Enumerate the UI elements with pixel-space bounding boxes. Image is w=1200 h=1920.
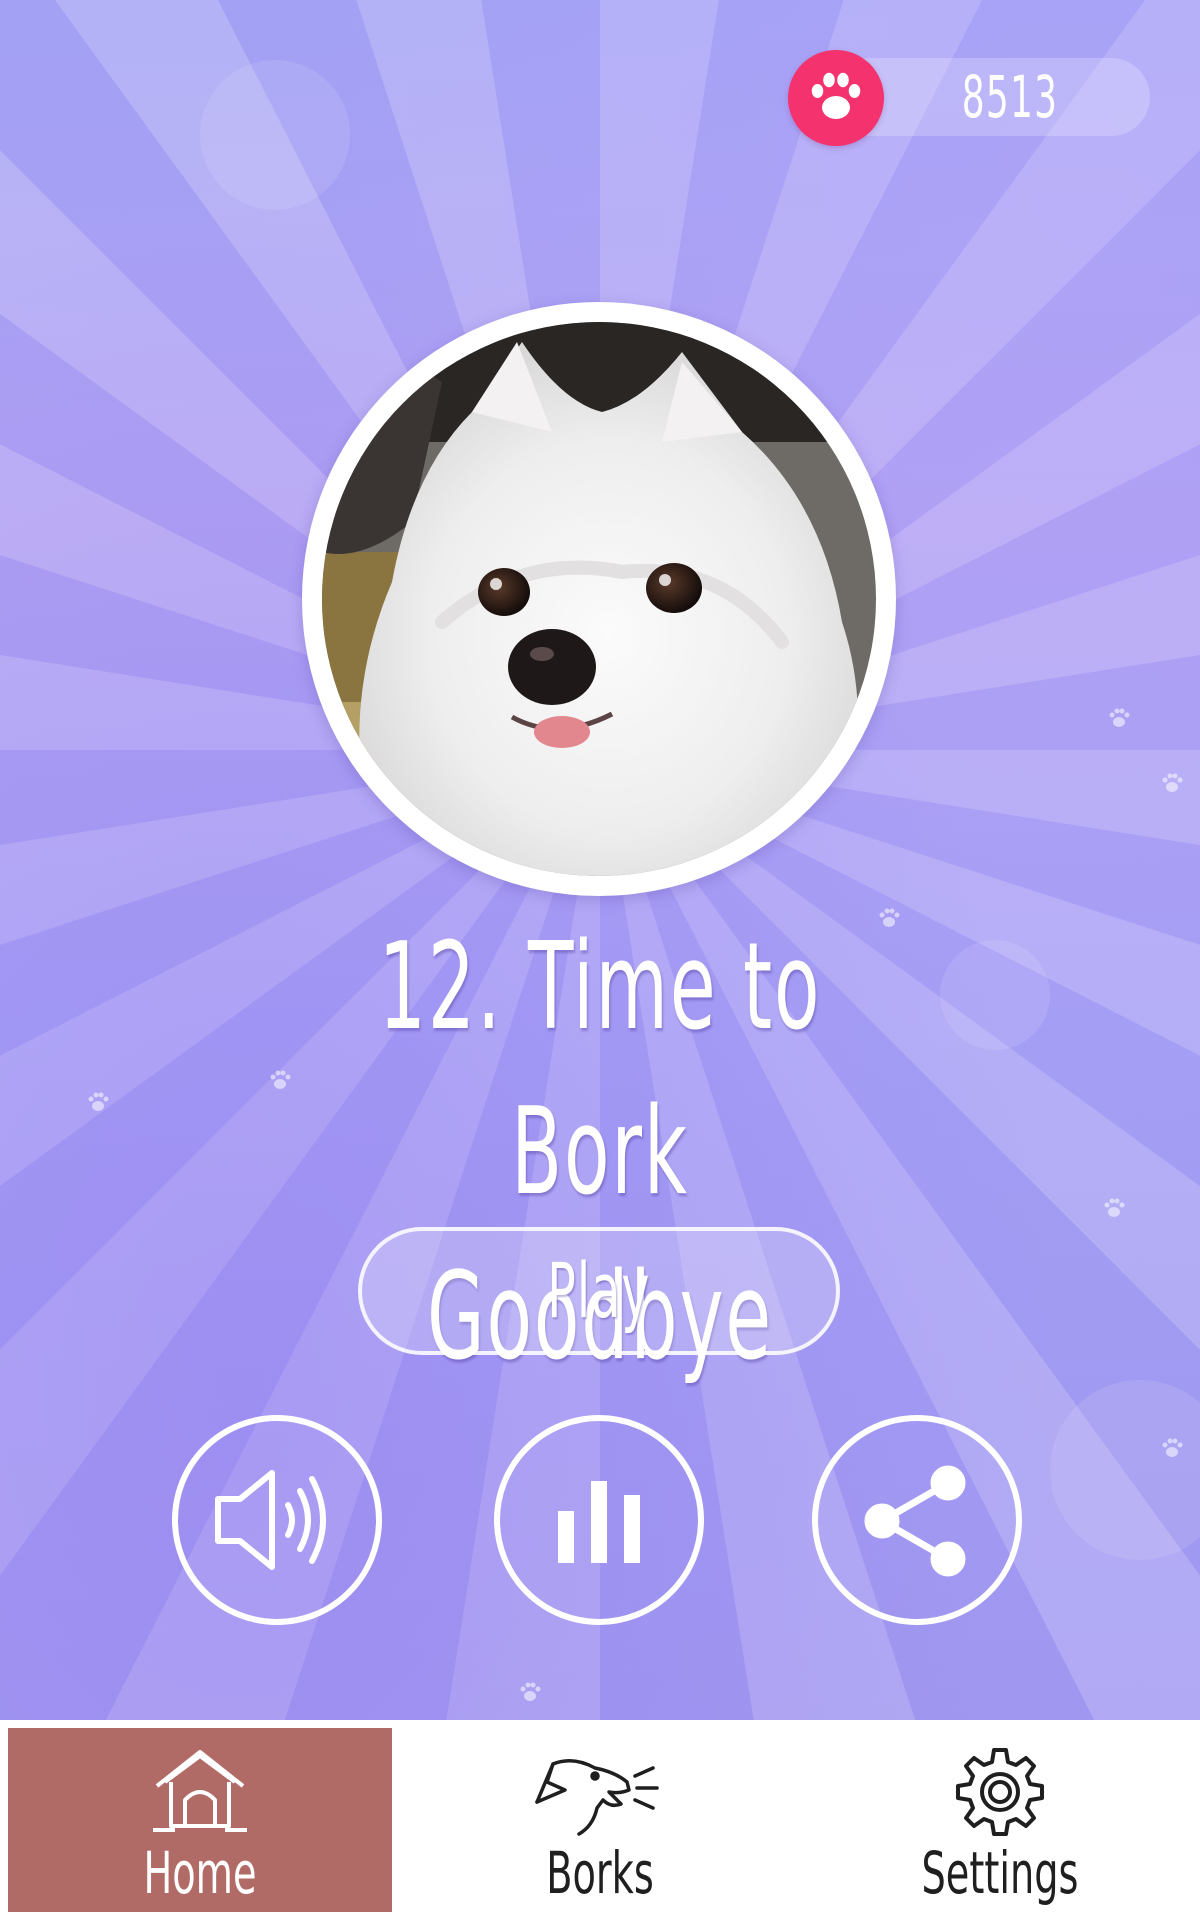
gear-icon (808, 1742, 1192, 1842)
dog-photo[interactable] (322, 322, 876, 876)
play-button[interactable]: Play (358, 1227, 840, 1355)
bokeh-light (200, 60, 350, 210)
paw-decoration-icon (1162, 1438, 1183, 1457)
share-icon (864, 1465, 966, 1577)
paw-decoration-icon (1109, 708, 1130, 727)
nav-item-borks[interactable]: Borks (408, 1728, 792, 1912)
paw-decoration-icon (270, 1070, 291, 1089)
paw-decoration-icon (879, 908, 900, 927)
nav-item-home[interactable]: Home (8, 1728, 392, 1912)
speaker-volume-icon (215, 1470, 326, 1570)
sound-button[interactable] (172, 1415, 382, 1625)
nav-label-settings: Settings (921, 1839, 1079, 1907)
nav-item-settings[interactable]: Settings (808, 1728, 1192, 1912)
score-counter: 8513 (961, 63, 1059, 131)
bar-chart-icon (558, 1481, 640, 1563)
bokeh-light (940, 940, 1050, 1050)
paw-decoration-icon (1162, 773, 1183, 792)
paw-decoration-icon (88, 1092, 109, 1111)
nav-label-borks: Borks (546, 1839, 654, 1907)
paw-decoration-icon (1104, 1198, 1125, 1217)
barking-dog-icon (408, 1742, 792, 1842)
play-button-label: Play (547, 1246, 651, 1335)
stats-button[interactable] (494, 1415, 704, 1625)
paw-icon (788, 50, 884, 146)
share-button[interactable] (812, 1415, 1022, 1625)
nav-label-home: Home (143, 1839, 257, 1907)
bottom-navigation: Home Borks Settings (0, 1720, 1200, 1920)
song-title-line-1: 12. Time to Bork (378, 918, 822, 1222)
doghouse-icon (8, 1742, 392, 1842)
paw-decoration-icon (520, 1682, 541, 1701)
